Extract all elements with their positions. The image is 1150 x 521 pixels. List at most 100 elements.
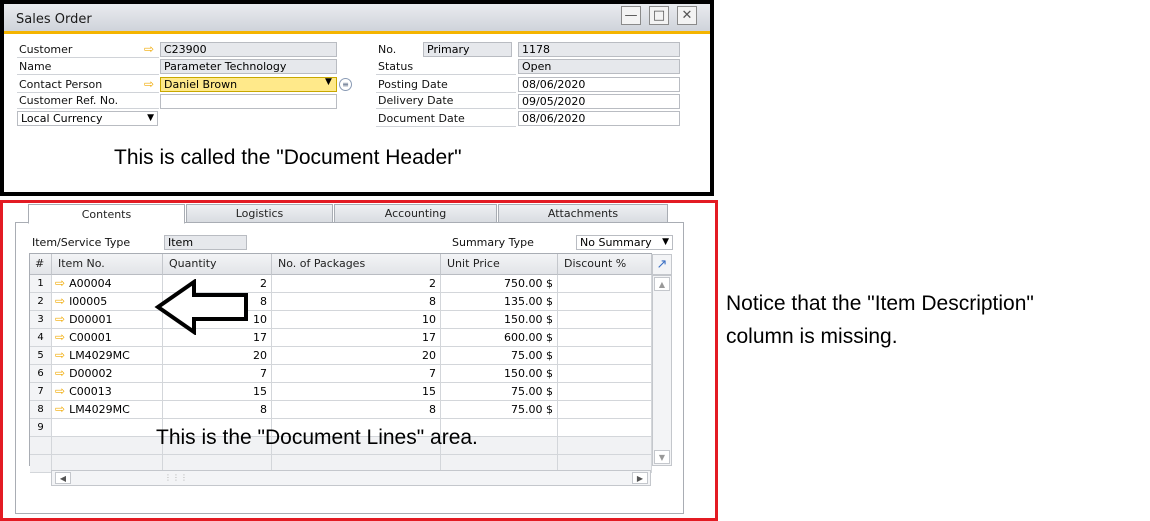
cell-empty[interactable] [30, 437, 52, 455]
scroll-up-icon[interactable]: ▲ [654, 277, 670, 291]
cell-n[interactable]: 8 [30, 401, 52, 419]
cell-empty[interactable] [30, 455, 52, 473]
link-arrow-icon[interactable]: ⇨ [144, 78, 154, 91]
cell-pkgs[interactable]: 8 [272, 293, 441, 311]
table-row[interactable]: 2 ⇨ I00005 8 8 135.00 $ [30, 293, 652, 311]
tab-contents[interactable]: Contents [28, 204, 185, 224]
column-header-discount[interactable]: Discount % [558, 254, 652, 275]
cell-qty[interactable]: 7 [163, 365, 272, 383]
form-settings-icon[interactable]: ↗ [652, 254, 672, 275]
cell-item[interactable]: ⇨ C00001 [52, 329, 163, 347]
cell-empty[interactable] [558, 365, 652, 383]
link-arrow-icon[interactable]: ⇨ [144, 43, 154, 56]
cell-empty[interactable] [558, 293, 652, 311]
cell-price[interactable]: 75.00 $ [441, 347, 558, 365]
cell-qty[interactable]: 15 [163, 383, 272, 401]
cell-item[interactable]: ⇨ LM4029MC [52, 401, 163, 419]
table-row[interactable]: 8 ⇨ LM4029MC 8 8 75.00 $ [30, 401, 652, 419]
column-header-quantity[interactable]: Quantity [163, 254, 272, 275]
cell-price[interactable]: 150.00 $ [441, 311, 558, 329]
cell-pkgs[interactable]: 8 [272, 401, 441, 419]
cell-n[interactable]: 7 [30, 383, 52, 401]
link-arrow-icon[interactable]: ⇨ [55, 294, 65, 308]
table-row[interactable]: 1 ⇨ A00004 2 2 750.00 $ [30, 275, 652, 293]
currency-select[interactable]: Local Currency ▼ [17, 111, 158, 126]
link-arrow-icon[interactable]: ⇨ [55, 366, 65, 380]
cell-price[interactable]: 750.00 $ [441, 275, 558, 293]
cell-price[interactable]: 75.00 $ [441, 383, 558, 401]
document-number-field[interactable]: 1178 [518, 42, 680, 57]
status-field[interactable]: Open [518, 59, 680, 74]
table-row[interactable]: 7 ⇨ C00013 15 15 75.00 $ [30, 383, 652, 401]
cell-n[interactable]: 9 [30, 419, 52, 437]
scroll-left-icon[interactable]: ◀ [55, 472, 71, 484]
item-type-field[interactable]: Item [164, 235, 247, 250]
cell-qty[interactable]: 20 [163, 347, 272, 365]
cell-price[interactable]: 75.00 $ [441, 401, 558, 419]
close-button[interactable]: ✕ [677, 6, 697, 25]
contact-person-field[interactable]: Daniel Brown [160, 77, 337, 92]
table-row[interactable]: 4 ⇨ C00001 17 17 600.00 $ [30, 329, 652, 347]
column-header-row-number[interactable]: # [30, 254, 52, 275]
cell-empty[interactable] [558, 401, 652, 419]
tab-logistics[interactable]: Logistics [186, 204, 333, 223]
summary-type-select[interactable]: No Summary ▼ [576, 235, 673, 250]
cell-n[interactable]: 5 [30, 347, 52, 365]
customer-ref-field[interactable] [160, 94, 337, 109]
link-arrow-icon[interactable]: ⇨ [55, 402, 65, 416]
cell-item[interactable]: ⇨ D00001 [52, 311, 163, 329]
scroll-down-icon[interactable]: ▼ [654, 450, 670, 464]
vertical-scrollbar[interactable]: ▲ ▼ [652, 275, 672, 466]
cell-n[interactable]: 6 [30, 365, 52, 383]
cell-item[interactable]: ⇨ C00013 [52, 383, 163, 401]
cell-n[interactable]: 3 [30, 311, 52, 329]
link-arrow-icon[interactable]: ⇨ [55, 330, 65, 344]
cell-item[interactable]: ⇨ A00004 [52, 275, 163, 293]
cell-empty[interactable] [558, 347, 652, 365]
cell-empty[interactable] [558, 419, 652, 437]
link-arrow-icon[interactable]: ⇨ [55, 384, 65, 398]
link-arrow-icon[interactable]: ⇨ [55, 312, 65, 326]
cell-n[interactable]: 2 [30, 293, 52, 311]
horizontal-scrollbar[interactable]: ◀ ⋮⋮⋮ ▶ [51, 470, 651, 486]
cell-pkgs[interactable]: 7 [272, 365, 441, 383]
series-select[interactable]: Primary [423, 42, 512, 57]
cell-item[interactable]: ⇨ I00005 [52, 293, 163, 311]
table-row[interactable]: 3 ⇨ D00001 10 10 150.00 $ [30, 311, 652, 329]
name-field[interactable]: Parameter Technology [160, 59, 337, 74]
cell-empty[interactable] [52, 437, 163, 455]
table-row[interactable]: 5 ⇨ LM4029MC 20 20 75.00 $ [30, 347, 652, 365]
link-arrow-icon[interactable]: ⇨ [55, 348, 65, 362]
tab-attachments[interactable]: Attachments [498, 204, 668, 223]
cell-item[interactable]: ⇨ LM4029MC [52, 347, 163, 365]
cell-pkgs[interactable]: 10 [272, 311, 441, 329]
cell-qty[interactable]: 8 [163, 401, 272, 419]
cell-empty[interactable] [558, 383, 652, 401]
maximize-button[interactable]: □ [649, 6, 669, 25]
document-date-field[interactable]: 08/06/2020 [518, 111, 680, 126]
column-header-item-no[interactable]: Item No. [52, 254, 163, 275]
cell-n[interactable]: 4 [30, 329, 52, 347]
cell-item[interactable] [52, 419, 163, 437]
cell-empty[interactable] [558, 311, 652, 329]
tab-accounting[interactable]: Accounting [334, 204, 497, 223]
cell-item[interactable]: ⇨ D00002 [52, 365, 163, 383]
delivery-date-field[interactable]: 09/05/2020 [518, 94, 680, 109]
cell-price[interactable]: 150.00 $ [441, 365, 558, 383]
cell-pkgs[interactable]: 17 [272, 329, 441, 347]
cell-n[interactable]: 1 [30, 275, 52, 293]
column-header-no-of-packages[interactable]: No. of Packages [272, 254, 441, 275]
minimize-button[interactable]: — [621, 6, 641, 25]
cell-empty[interactable] [558, 437, 652, 455]
link-arrow-icon[interactable]: ⇨ [55, 276, 65, 290]
cell-pkgs[interactable]: 2 [272, 275, 441, 293]
cell-empty[interactable] [558, 275, 652, 293]
cell-pkgs[interactable]: 20 [272, 347, 441, 365]
posting-date-field[interactable]: 08/06/2020 [518, 77, 680, 92]
scroll-thumb[interactable]: ⋮⋮⋮ [152, 473, 200, 483]
cell-price[interactable]: 600.00 $ [441, 329, 558, 347]
cell-empty[interactable] [558, 329, 652, 347]
cell-price[interactable]: 135.00 $ [441, 293, 558, 311]
column-header-unit-price[interactable]: Unit Price [441, 254, 558, 275]
chevron-down-icon[interactable]: ▼ [325, 77, 332, 87]
